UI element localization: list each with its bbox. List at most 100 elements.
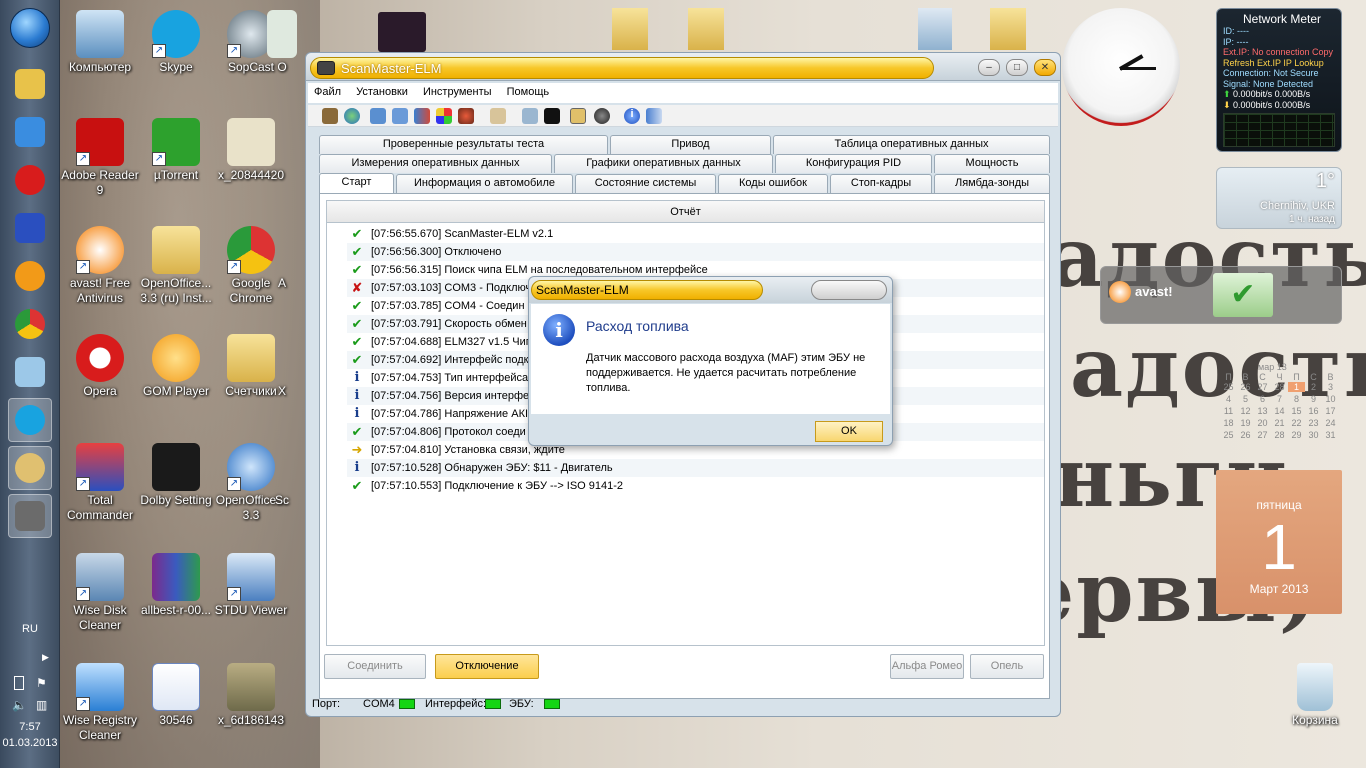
connect-button[interactable]: Соединить <box>324 654 426 679</box>
calendar-day[interactable]: 6 <box>1254 394 1271 404</box>
tab-error-codes[interactable]: Коды ошибок <box>718 174 828 193</box>
volume-icon[interactable]: 🔈 <box>12 698 27 712</box>
calendar-day[interactable]: 1 <box>1288 382 1305 392</box>
clock-time[interactable]: 7:57 <box>0 721 60 733</box>
desktop-icon-avast[interactable]: ↗ avast! Free Antivirus <box>61 226 139 306</box>
calendar-day[interactable]: 25 <box>1220 382 1237 392</box>
menu-file[interactable]: Файл <box>308 83 347 98</box>
calendar-day[interactable]: 15 <box>1288 406 1305 416</box>
log-row[interactable]: i [07:57:10.528] Обнаружен ЭБУ: $11 - Дви… <box>347 459 1044 477</box>
connect-plug-icon[interactable] <box>322 108 338 124</box>
calendar-day[interactable]: 25 <box>1220 430 1237 440</box>
desktop-icon-image-2[interactable]: x_6d186143 <box>212 663 290 728</box>
tab-freeze-frames[interactable]: Стоп-кадры <box>830 174 932 193</box>
minimize-button[interactable]: – <box>978 59 1000 76</box>
desktop-icon-dolby[interactable]: Dolby Setting <box>137 443 215 508</box>
desktop-icon-adobe-reader[interactable]: ↗ Adobe Reader 9 <box>61 118 139 198</box>
maximize-button[interactable]: □ <box>1006 59 1028 76</box>
desktop-icon-wise-registry[interactable]: ↗ Wise Registry Cleaner <box>61 663 139 743</box>
calendar-day[interactable]: 12 <box>1237 406 1254 416</box>
calendar-gadget[interactable]: мар 13 ПВСЧПСВ 25 26 27 28 1 2 3 4 5 6 7 8 9 10 11 12 13… <box>1216 362 1342 462</box>
date-gadget[interactable]: пятница 1 Март 2013 <box>1216 470 1342 614</box>
desktop-icon-opera[interactable]: Opera <box>61 334 139 399</box>
taskbar-gom[interactable] <box>8 254 52 298</box>
gauge-icon[interactable] <box>594 108 610 124</box>
desktop-icon-image-1[interactable]: x_20844420 <box>212 118 290 183</box>
folder-icon[interactable] <box>990 8 1026 50</box>
weather-gadget[interactable]: 1° Chernihiv, UKR 1 ч. назад <box>1216 167 1342 229</box>
calendar-day[interactable]: 5 <box>1237 394 1254 404</box>
ok-button[interactable]: OK <box>815 421 883 442</box>
close-button[interactable]: ✕ <box>1034 59 1056 76</box>
calendar-day[interactable]: 19 <box>1237 418 1254 428</box>
calendar-day[interactable]: 27 <box>1254 382 1271 392</box>
calendar-day[interactable]: 22 <box>1288 418 1305 428</box>
tab-live-data-graphs[interactable]: Графики оперативных данных <box>554 154 773 173</box>
network-icon[interactable]: ▥ <box>36 698 47 712</box>
traffic-light-icon[interactable] <box>458 108 474 124</box>
desktop-icon-app-a[interactable]: A <box>262 226 302 291</box>
calendar-day[interactable]: 28 <box>1271 382 1288 392</box>
alfa-romeo-button[interactable]: Альфа Ромео <box>890 654 964 679</box>
grid-icon[interactable] <box>392 108 408 124</box>
calendar-day[interactable]: 11 <box>1220 406 1237 416</box>
desktop-icon-recycle-bin[interactable]: Корзина <box>1276 663 1354 728</box>
calendar-day[interactable]: 10 <box>1322 394 1339 404</box>
calendar-day[interactable]: 8 <box>1288 394 1305 404</box>
taskbar-total-commander[interactable] <box>8 206 52 250</box>
dialog-titlebar[interactable]: ScanMaster-ELM <box>529 277 892 303</box>
desktop-icon-app-x[interactable]: X <box>262 334 302 399</box>
flag-icon[interactable]: ⚑ <box>36 676 47 690</box>
tab-drive[interactable]: Привод <box>610 135 771 154</box>
log-row[interactable]: ✔ [07:57:10.553] Подключение к ЭБУ --> IS… <box>347 477 1044 495</box>
window-titlebar[interactable]: ScanMaster-ELM – □ ✕ <box>306 53 1060 81</box>
desktop-icon-office[interactable]: O <box>262 10 302 75</box>
monitor-icon[interactable] <box>522 108 538 124</box>
color-icon[interactable] <box>436 108 452 124</box>
tab-vehicle-info[interactable]: Информация о автомобиле <box>396 174 573 193</box>
tab-pid-config[interactable]: Конфигурация PID <box>775 154 932 173</box>
desktop-icon-gom-player[interactable]: GOM Player <box>137 334 215 399</box>
calculator-icon[interactable] <box>918 8 952 50</box>
calendar-day[interactable]: 26 <box>1237 430 1254 440</box>
calendar-day[interactable]: 9 <box>1305 394 1322 404</box>
menu-help[interactable]: Помощь <box>501 83 556 98</box>
calendar-day[interactable]: 7 <box>1271 394 1288 404</box>
clock-date[interactable]: 01.03.2013 <box>0 737 60 749</box>
taskbar-chrome[interactable] <box>8 302 52 346</box>
opel-button[interactable]: Опель <box>970 654 1044 679</box>
desktop-icon-word-doc[interactable]: 30546 <box>137 663 215 728</box>
calendar-day[interactable]: 18 <box>1220 418 1237 428</box>
video-file-icon[interactable] <box>378 12 426 52</box>
calendar-day[interactable]: 16 <box>1305 406 1322 416</box>
window-icon[interactable] <box>370 108 386 124</box>
calendar-day[interactable]: 27 <box>1254 430 1271 440</box>
calendar-day[interactable]: 17 <box>1322 406 1339 416</box>
taskbar-scanmaster[interactable] <box>8 494 52 538</box>
tab-live-data-table[interactable]: Таблица оперативных данных <box>773 135 1050 154</box>
tab-start[interactable]: Старт <box>319 173 394 193</box>
avast-gadget[interactable]: avast! ✔ <box>1100 266 1342 324</box>
taskbar-paint[interactable] <box>8 446 52 490</box>
menu-settings[interactable]: Установки <box>350 83 414 98</box>
desktop-icon-skype[interactable]: ↗ Skype <box>137 10 215 75</box>
network-meter-ext-ip[interactable]: Ext.IP: No connection Copy <box>1217 47 1341 58</box>
calendar-day[interactable]: 3 <box>1322 382 1339 392</box>
tab-live-data-measure[interactable]: Измерения оперативных данных <box>319 154 552 173</box>
clock-gadget[interactable] <box>1062 8 1180 126</box>
menu-tools[interactable]: Инструменты <box>417 83 498 98</box>
log-row[interactable]: ✔ [07:56:55.670] ScanMaster-ELM v2.1 <box>347 225 1044 243</box>
desktop-icon-stdu-viewer[interactable]: ↗ STDU Viewer <box>212 553 290 618</box>
calendar-day[interactable]: 28 <box>1271 430 1288 440</box>
calendar-day[interactable]: 26 <box>1237 382 1254 392</box>
desktop-icon-openoffice-installer[interactable]: OpenOffice... 3.3 (ru) Inst... <box>137 226 215 306</box>
taskbar-skype[interactable] <box>8 398 52 442</box>
taskbar-explorer[interactable] <box>8 62 52 106</box>
terminal-icon[interactable] <box>544 108 560 124</box>
calendar-day[interactable]: 23 <box>1305 418 1322 428</box>
exit-icon[interactable] <box>646 108 662 124</box>
taskbar-opera[interactable] <box>8 158 52 202</box>
disconnect-button[interactable]: Отключение <box>435 654 539 679</box>
info-icon[interactable]: i <box>624 108 640 124</box>
language-indicator[interactable]: RU <box>0 623 60 635</box>
